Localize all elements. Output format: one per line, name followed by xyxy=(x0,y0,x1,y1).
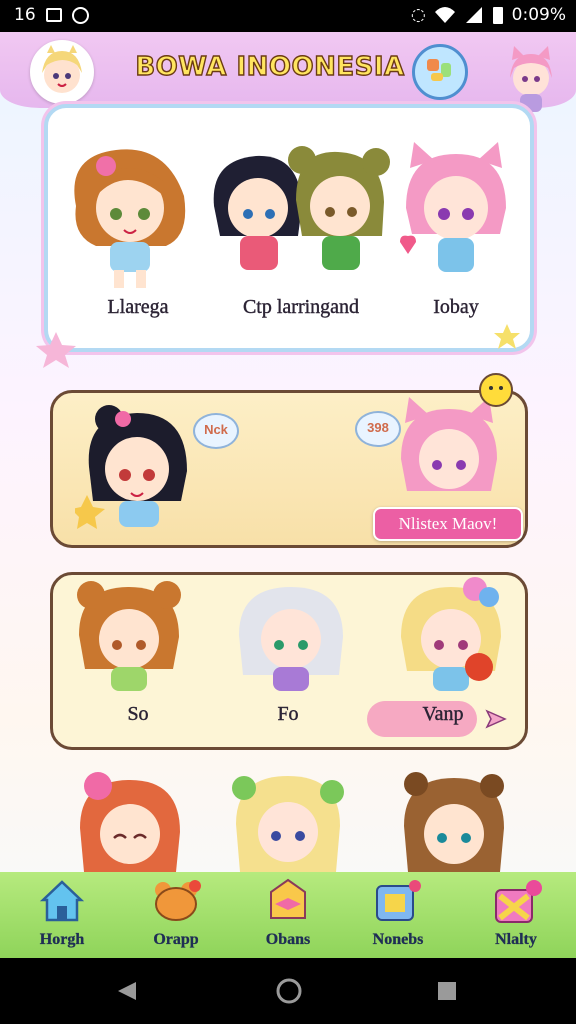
character-name: Ctp larringand xyxy=(242,296,360,318)
gift-icon xyxy=(495,880,542,923)
bow-icon xyxy=(270,878,306,919)
speech-bubble: Nck xyxy=(193,413,239,449)
nav-label: Horgh xyxy=(39,931,85,948)
pink-cat-girl-chibi[interactable] xyxy=(396,138,516,298)
character-name: So xyxy=(127,703,149,725)
status-bar: 16 ◌ 0:09% xyxy=(0,0,576,32)
nav-label: Obans xyxy=(265,931,311,948)
status-time-left: 16 xyxy=(14,5,36,25)
gallery-notification-icon xyxy=(45,8,62,22)
app-title: BOWA INOONESIA xyxy=(135,51,405,82)
two-friends-chibi[interactable] xyxy=(206,136,396,296)
nav-label: Nonebs xyxy=(372,931,424,948)
back-icon[interactable] xyxy=(116,980,138,1002)
vibrate-icon: ◌ xyxy=(410,5,426,25)
curly-haired-girl-chibi[interactable] xyxy=(66,136,196,296)
blonde-girl-avatar-icon xyxy=(42,45,82,93)
pink-cat-girl-chibi xyxy=(401,397,497,491)
promo-card[interactable]: Nck 398 Nlistex Maov! xyxy=(50,390,528,548)
character-name: Iobay xyxy=(433,296,479,318)
system-navigation-bar xyxy=(0,958,576,1024)
nav-item-home[interactable]: Horgh xyxy=(12,878,112,949)
profile-avatar[interactable] xyxy=(30,40,94,104)
silver-haired-girl-chibi xyxy=(239,587,343,691)
emoji-face-icon xyxy=(479,373,513,407)
bottom-navigation: Horgh Orapp Obans Nonebs Nlalty xyxy=(0,872,576,958)
chat-bubble-icon xyxy=(427,59,451,81)
chat-button[interactable] xyxy=(412,44,468,100)
app-header: BOWA INOONESIA xyxy=(0,32,576,112)
character-name: Vanp xyxy=(422,703,464,725)
star-icon xyxy=(36,332,76,368)
gallery-icon xyxy=(376,880,421,921)
character-name: Llarega xyxy=(107,296,169,318)
promo-action-button[interactable]: Nlistex Maov! xyxy=(373,507,523,541)
character-name: Fo xyxy=(277,703,299,725)
status-time-right: 0:09% xyxy=(511,5,566,25)
notification-circle-icon xyxy=(71,6,89,24)
nav-label: Orapp xyxy=(153,931,199,948)
wifi-icon xyxy=(434,7,455,23)
nav-item-obans[interactable]: Obans xyxy=(238,878,338,949)
orange-haired-girl-chibi xyxy=(77,581,181,691)
send-arrow-icon[interactable] xyxy=(485,709,507,729)
nav-label: Nlalty xyxy=(495,931,537,948)
bear-icon xyxy=(155,880,201,921)
nav-item-nlalty[interactable]: Nlalty xyxy=(466,878,566,949)
nav-item-orapp[interactable]: Orapp xyxy=(126,878,226,949)
star-icon xyxy=(494,324,520,349)
featured-characters-card[interactable]: Llarega Ctp larringand Iobay xyxy=(44,104,534,352)
group-characters-card[interactable]: So Fo Vanp xyxy=(50,572,528,750)
recents-icon[interactable] xyxy=(436,980,458,1002)
red-haired-girl-chibi xyxy=(80,772,180,872)
signal-icon xyxy=(465,7,482,23)
battery-icon xyxy=(492,7,503,24)
nav-item-nonebs[interactable]: Nonebs xyxy=(348,878,448,949)
blonde-girl-chibi xyxy=(232,776,344,872)
home-circle-icon[interactable] xyxy=(276,978,302,1004)
blonde-girl-chibi xyxy=(401,577,501,691)
house-icon xyxy=(39,880,85,922)
brown-haired-girl-chibi xyxy=(404,772,504,872)
